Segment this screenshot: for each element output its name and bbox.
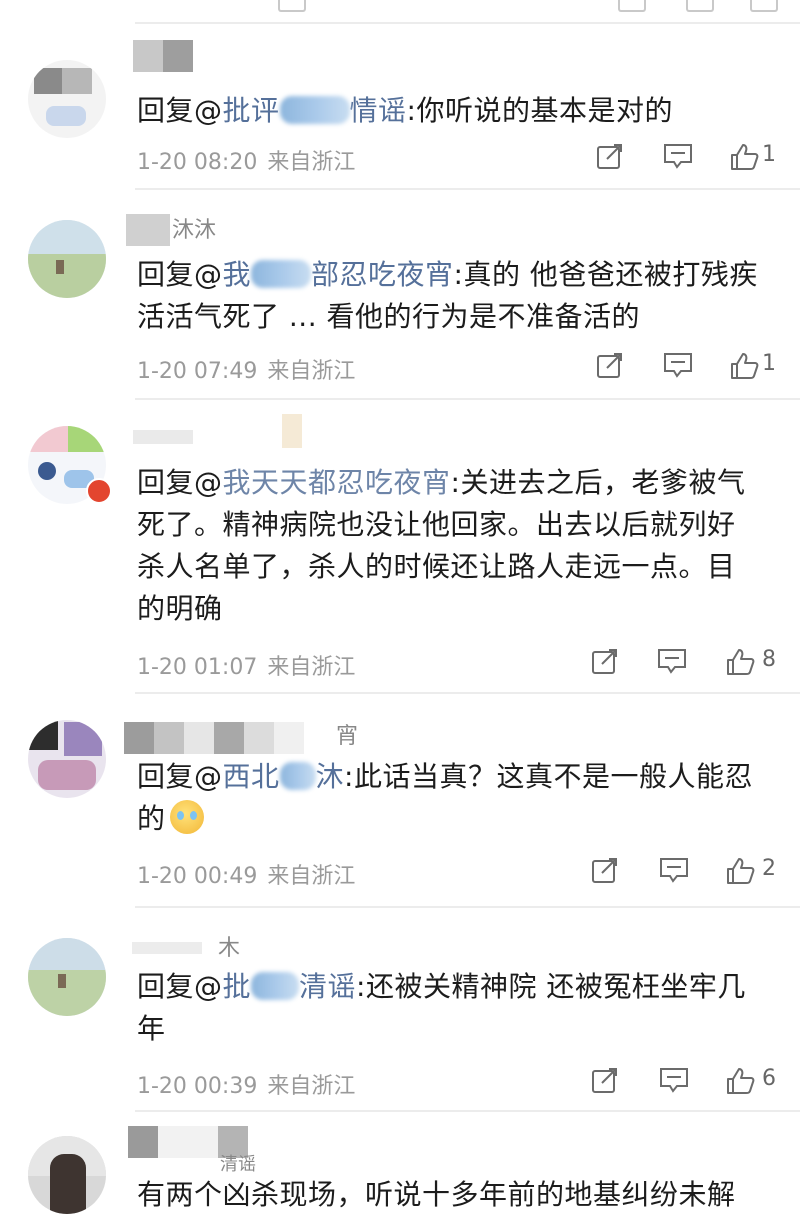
partial-like-icon	[750, 0, 778, 12]
comment-icon[interactable]	[658, 855, 690, 889]
comment-text: 回复@批评 情谣:你听说的基本是对的	[137, 94, 673, 127]
mention-link[interactable]: 我部忍吃夜宵	[223, 258, 454, 291]
comment-icon[interactable]	[662, 350, 694, 384]
avatar[interactable]	[28, 938, 106, 1016]
username-fragment: 沐沐	[172, 218, 217, 243]
divider	[135, 22, 800, 24]
timestamp: 1-20 00:39	[137, 1074, 258, 1099]
mention-link[interactable]: 西北沐	[223, 760, 345, 793]
comment-text: 回复@批 清谣:还被关精神院 还被冤枉坐牢几 年	[137, 970, 746, 1045]
like-count: 1	[762, 142, 776, 167]
repost-icon[interactable]	[595, 141, 625, 175]
repost-icon[interactable]	[590, 855, 620, 889]
repost-icon[interactable]	[590, 1065, 620, 1099]
comment-text: 回复@西北 沐:此话当真？这真不是一般人能忍 的	[137, 760, 753, 835]
reply-prefix: 回复@	[137, 466, 223, 499]
comment-icon[interactable]	[662, 141, 694, 175]
comment-icon[interactable]	[656, 646, 688, 680]
comment-meta: 1-20 01:07 来自浙江	[137, 649, 365, 681]
comment-actions: 1	[590, 141, 790, 175]
comment-meta: 1-20 00:49 来自浙江	[137, 858, 365, 890]
top-action-strip	[0, 0, 800, 22]
username-mosaic[interactable]	[124, 722, 304, 754]
repost-icon[interactable]	[590, 646, 620, 680]
verified-badge-icon	[86, 478, 112, 504]
comment-actions: 8	[590, 646, 790, 680]
like-icon[interactable]	[728, 141, 760, 175]
timestamp: 1-20 00:49	[137, 864, 258, 889]
reply-prefix: 回复@	[137, 258, 223, 291]
like-count: 1	[762, 351, 776, 376]
mention-link[interactable]: 批评 情谣	[223, 94, 407, 127]
reply-prefix: 回复@	[137, 970, 223, 1003]
comment-icon[interactable]	[658, 1065, 690, 1099]
location: 来自浙江	[267, 359, 356, 384]
comment-text: 回复@我天天都忍吃夜宵:关进去之后，老爹被气 死了。精神病院也没让他回家。出去以…	[137, 466, 746, 625]
like-icon[interactable]	[728, 350, 760, 384]
username-mosaic[interactable]	[133, 40, 193, 72]
comment-text: 有两个凶杀现场，听说十多年前的地基纠纷未解	[137, 1178, 736, 1211]
timestamp: 1-20 07:49	[137, 359, 258, 384]
location: 来自浙江	[267, 150, 356, 175]
comment-actions: 6	[590, 1065, 790, 1099]
like-count: 8	[762, 647, 776, 672]
reply-prefix: 回复@	[137, 760, 223, 793]
divider	[135, 906, 800, 908]
mention-link[interactable]: 我天天都忍吃夜宵	[223, 466, 451, 499]
divider	[135, 398, 800, 400]
comment-meta: 1-20 00:39 来自浙江	[137, 1068, 365, 1100]
repost-icon[interactable]	[595, 350, 625, 384]
username-mosaic-fragment	[282, 414, 302, 448]
avatar[interactable]	[28, 1136, 106, 1214]
comment-meta: 1-20 08:20 来自浙江	[137, 144, 365, 176]
like-count: 6	[762, 1066, 776, 1091]
comment-text: 回复@我 部忍吃夜宵:真的 他爸爸还被打残疾 活活气死了 ... 看他的行为是不准…	[137, 258, 758, 333]
crying-emoji	[169, 800, 204, 834]
mention-link[interactable]: 批清谣	[223, 970, 357, 1003]
like-count: 2	[762, 856, 776, 881]
avatar[interactable]	[28, 720, 106, 798]
like-icon[interactable]	[724, 646, 756, 680]
avatar[interactable]	[28, 60, 106, 138]
comment-actions: 2	[590, 855, 790, 889]
comment-meta: 1-20 07:49 来自浙江	[137, 353, 365, 385]
divider	[135, 188, 800, 190]
partial-icon	[278, 0, 306, 12]
avatar[interactable]	[28, 220, 106, 298]
divider	[135, 1110, 800, 1112]
comment-actions: 1	[590, 350, 790, 384]
partial-repost-icon	[618, 0, 646, 12]
partial-comment-icon	[686, 0, 714, 12]
reply-prefix: 回复@	[137, 94, 223, 127]
location: 来自浙江	[267, 655, 356, 680]
username-fragment: 宵	[336, 724, 359, 749]
timestamp: 1-20 08:20	[137, 150, 258, 175]
like-icon[interactable]	[724, 1065, 756, 1099]
username-mosaic[interactable]	[133, 430, 193, 462]
username-fragment: 木	[218, 936, 241, 961]
username-mosaic[interactable]	[126, 214, 170, 246]
username-fragment: 清谣	[220, 1154, 256, 1175]
location: 来自浙江	[267, 864, 356, 889]
timestamp: 1-20 01:07	[137, 655, 258, 680]
location: 来自浙江	[267, 1074, 356, 1099]
like-icon[interactable]	[724, 855, 756, 889]
divider	[135, 692, 800, 694]
